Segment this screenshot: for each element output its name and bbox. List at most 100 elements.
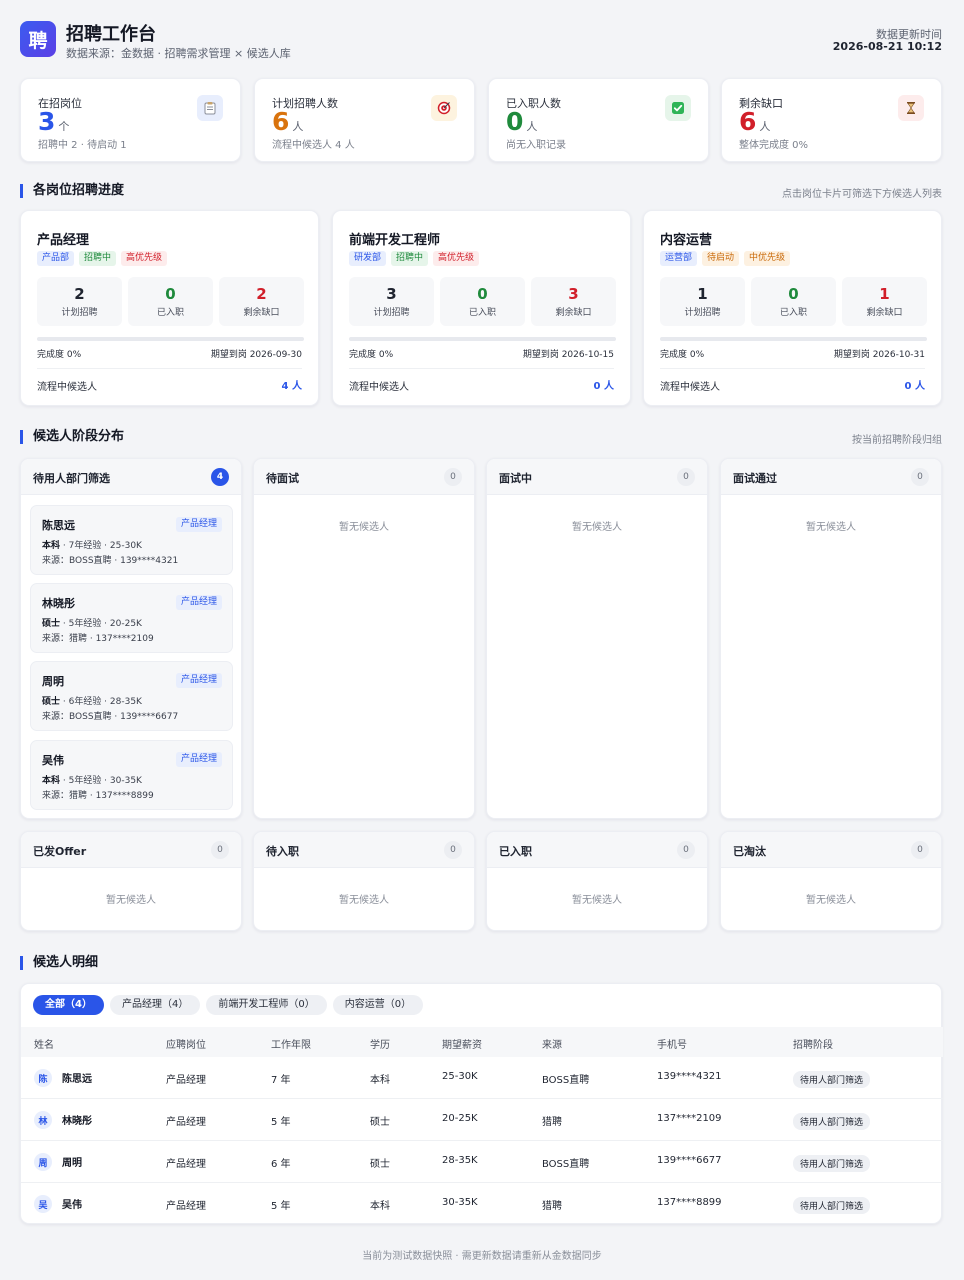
stat-card-open-positions: 在招岗位 3个 招聘中 2 · 待启动 1 [20,78,241,162]
cell-education: 本科 [370,1201,390,1212]
stat-card-remaining-gap: 剩余缺口 6人 整体完成度 0% [721,78,942,162]
flow-label: 流程中候选人 [37,382,97,393]
column-header[interactable]: 来源 [542,1036,562,1051]
filter-chip-product-manager[interactable]: 产品经理（4） [109,995,201,1015]
table-row[interactable]: 林 林晓彤 产品经理 5 年 硕士 20-25K 猎聘 137****2109 … [21,1099,943,1141]
stage-column-pending-interview: 待面试 0 暂无候选人 [253,458,475,819]
candidate-card[interactable]: 吴伟 产品经理 本科 · 5年经验 · 30-35K 来源：猎聘 · 137**… [30,740,233,810]
position-name: 前端开发工程师 [349,233,441,248]
stage-title: 面试中 [499,472,532,485]
flow-label: 流程中候选人 [660,382,720,393]
stat-card-planned-hires: 计划招聘人数 6人 流程中候选人 4 人 [254,78,475,162]
candidate-source: 来源：BOSS直聘 · 139****4321 [42,556,179,566]
stage-count-badge: 0 [677,841,695,859]
cell-source: 猎聘 [542,1117,562,1128]
column-header[interactable]: 期望薪资 [442,1036,482,1051]
filter-chip-frontend[interactable]: 前端开发工程师（0） [206,995,327,1015]
section-title-stages: 候选人阶段分布 [20,430,124,444]
avatar: 陈 [34,1069,52,1087]
completion-text: 完成度 0% [37,350,82,360]
cell-phone: 139****4321 [657,1071,722,1082]
cell-phone: 139****6677 [657,1155,722,1166]
filter-chips: 全部（4） 产品经理（4） 前端开发工程师（0） 内容运营（0） [33,995,424,1015]
column-header[interactable]: 学历 [370,1036,390,1051]
stage-badge: 待用人部门筛选 [793,1071,871,1088]
column-header[interactable]: 姓名 [34,1036,54,1051]
hired-box: 0 已入职 [128,277,213,326]
candidate-card[interactable]: 林晓彤 产品经理 硕士 · 5年经验 · 20-25K 来源：猎聘 · 137*… [30,583,233,653]
cell-source: BOSS直聘 [542,1159,590,1170]
candidate-name: 周明 [42,675,64,688]
cell-position: 产品经理 [166,1117,206,1128]
gap-box: 2 剩余缺口 [219,277,304,326]
empty-state: 暂无候选人 [339,522,389,533]
due-date: 期望到岗 2026-10-31 [833,350,925,360]
position-tag: 产品经理 [175,595,222,610]
cell-salary: 20-25K [442,1113,478,1124]
avatar: 吴 [34,1195,52,1213]
empty-state: 暂无候选人 [806,522,856,533]
clipboard-icon [197,95,223,121]
completion-text: 完成度 0% [349,350,394,360]
position-card-frontend-engineer[interactable]: 前端开发工程师 研发部 招聘中 高优先级 3 计划招聘 0 已入职 3 剩余缺口 完成… [332,210,631,406]
candidate-name: 周明 [62,1158,82,1169]
filter-chip-all[interactable]: 全部（4） [33,995,104,1015]
section-title-details: 候选人明细 [20,956,98,970]
stage-count-badge: 4 [211,468,229,486]
target-icon [431,95,457,121]
candidate-source: 来源：猎聘 · 137****8899 [42,791,154,801]
stage-badge: 待用人部门筛选 [793,1113,871,1130]
stage-column-interviewing: 面试中 0 暂无候选人 [486,458,708,819]
plan-box: 2 计划招聘 [37,277,122,326]
flow-label: 流程中候选人 [349,382,409,393]
empty-state: 暂无候选人 [339,895,389,906]
stage-column-offer-sent: 已发Offer 0 暂无候选人 [20,831,242,931]
priority-tag: 高优先级 [121,251,168,266]
candidate-source: 来源：BOSS直聘 · 139****6677 [42,712,179,722]
stat-card-hired: 已入职人数 0人 尚无入职记录 [488,78,709,162]
completion-bar [37,337,304,341]
plan-box: 3 计划招聘 [349,277,434,326]
position-name: 内容运营 [660,233,713,248]
table-row[interactable]: 吴 吴伟 产品经理 5 年 本科 30-35K 猎聘 137****8899 待… [21,1183,943,1225]
department-tag: 研发部 [349,251,387,266]
gap-box: 3 剩余缺口 [531,277,616,326]
app-logo: 聘 [20,21,56,57]
candidate-card[interactable]: 周明 产品经理 硕士 · 6年经验 · 28-35K 来源：BOSS直聘 · 1… [30,661,233,731]
column-header[interactable]: 招聘阶段 [793,1036,833,1051]
cell-position: 产品经理 [166,1201,206,1212]
hired-box: 0 已入职 [751,277,836,326]
status-tag: 招聘中 [391,251,429,266]
flow-value: 0 人 [593,381,614,392]
flow-value: 0 人 [904,381,925,392]
stage-badge: 待用人部门筛选 [793,1155,871,1172]
section-title-progress: 各岗位招聘进度 [20,184,124,198]
stage-column-rejected: 已淘汰 0 暂无候选人 [720,831,942,931]
table-header: 姓名 应聘岗位 工作年限 学历 期望薪资 来源 手机号 招聘阶段 [21,1027,943,1057]
position-card-content-ops[interactable]: 内容运营 运营部 待启动 中优先级 1 计划招聘 0 已入职 1 剩余缺口 完成度 0… [643,210,942,406]
priority-tag: 高优先级 [433,251,480,266]
table-row[interactable]: 陈 陈思远 产品经理 7 年 本科 25-30K BOSS直聘 139****4… [21,1057,943,1099]
cell-position: 产品经理 [166,1075,206,1086]
candidate-source: 来源：猎聘 · 137****2109 [42,634,154,644]
avatar: 周 [34,1153,52,1171]
column-header[interactable]: 工作年限 [271,1036,311,1051]
position-card-product-manager[interactable]: 产品经理 产品部 招聘中 高优先级 2 计划招聘 0 已入职 2 剩余缺口 完成度 0… [20,210,319,406]
stage-column-pending-onboard: 待入职 0 暂无候选人 [253,831,475,931]
section-hint-stages: 按当前招聘阶段归组 [852,435,942,446]
candidate-info: 本科 · 7年经验 · 25-30K [42,541,142,551]
column-header[interactable]: 应聘岗位 [166,1036,206,1051]
column-header[interactable]: 手机号 [657,1036,687,1051]
department-tag: 产品部 [37,251,75,266]
cell-years: 5 年 [271,1117,291,1128]
update-time-value: 2026-08-21 10:12 [832,40,942,53]
table-row[interactable]: 周 周明 产品经理 6 年 硕士 28-35K BOSS直聘 139****66… [21,1141,943,1183]
stat-sub: 整体完成度 0% [739,140,809,151]
stage-title: 已发Offer [33,845,87,858]
filter-chip-content-ops[interactable]: 内容运营（0） [332,995,424,1015]
empty-state: 暂无候选人 [806,895,856,906]
candidate-card[interactable]: 陈思远 产品经理 本科 · 7年经验 · 25-30K 来源：BOSS直聘 · … [30,505,233,575]
cell-years: 5 年 [271,1201,291,1212]
stage-count-badge: 0 [911,468,929,486]
stage-count-badge: 0 [677,468,695,486]
